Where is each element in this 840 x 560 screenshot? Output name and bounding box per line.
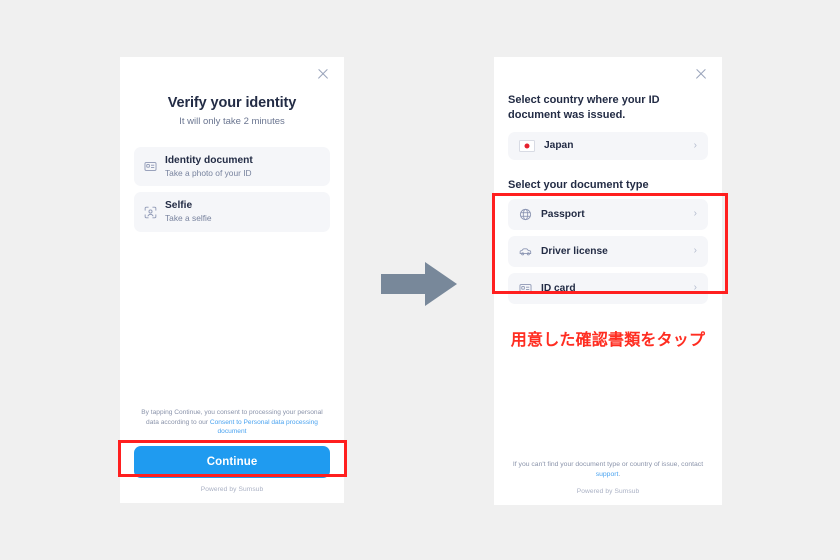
close-icon[interactable]	[694, 67, 708, 81]
continue-button[interactable]: Continue	[134, 446, 330, 478]
document-type-list: Passport › Driver license › ID card ›	[508, 198, 708, 304]
page-subtitle: It will only take 2 minutes	[179, 116, 285, 127]
right-close-row	[508, 57, 708, 87]
id-card-icon	[144, 160, 157, 173]
doc-type-driver-license[interactable]: Driver license ›	[508, 235, 708, 267]
car-icon	[519, 245, 532, 258]
select-document-screen: Select country where your ID document wa…	[494, 57, 722, 505]
japan-flag-icon	[519, 139, 535, 152]
list-item-identity-document[interactable]: Identity document Take a photo of your I…	[134, 147, 330, 187]
list-item-title: Identity document	[165, 155, 253, 166]
left-close-row	[134, 57, 330, 87]
chevron-right-icon: ›	[693, 282, 697, 294]
country-section-title: Select country where your ID document wa…	[508, 94, 660, 121]
list-item-selfie[interactable]: Selfie Take a selfie	[134, 192, 330, 232]
close-icon[interactable]	[316, 67, 330, 81]
doc-type-id-card[interactable]: ID card ›	[508, 272, 708, 304]
consent-link[interactable]: Consent to Personal data processing docu…	[210, 419, 318, 436]
powered-by-label: Powered by Sumsub	[576, 488, 640, 495]
globe-icon	[519, 208, 532, 221]
list-item-title: Selfie	[165, 200, 193, 212]
chevron-right-icon: ›	[693, 139, 697, 151]
consent-text: By tapping Continue, you consent to proc…	[134, 408, 330, 437]
doc-type-label: Driver license	[541, 245, 608, 257]
left-footer: By tapping Continue, you consent to proc…	[134, 408, 330, 503]
id-card-icon	[519, 282, 532, 295]
help-text: If you can't find your document type or …	[508, 460, 708, 480]
flow-arrow	[381, 262, 457, 306]
support-link[interactable]: support	[596, 471, 619, 478]
chevron-right-icon: ›	[693, 245, 697, 257]
help-prefix: If you can't find your document type or …	[512, 460, 704, 468]
list-item-description: Take a selfie	[165, 213, 212, 224]
powered-by-label: Powered by Sumsub	[200, 486, 264, 493]
help-suffix: .	[618, 470, 621, 478]
doc-type-label: Passport	[541, 208, 585, 220]
country-label: Japan	[544, 140, 574, 152]
country-selector[interactable]: Japan ›	[508, 131, 708, 160]
right-footer: If you can't find your document type or …	[508, 460, 708, 505]
list-item-description: Take a photo of your ID	[165, 167, 252, 178]
verify-identity-screen: Verify your identity It will only take 2…	[120, 57, 344, 503]
annotation-japanese-instruction: 用意した確認書類をタップ	[510, 331, 706, 349]
doc-type-passport[interactable]: Passport ›	[508, 198, 708, 230]
doc-type-label: ID card	[541, 282, 576, 294]
verification-steps-list: Identity document Take a photo of your I…	[134, 147, 330, 232]
page-title: Verify your identity	[167, 95, 297, 111]
face-scan-icon	[144, 206, 157, 219]
chevron-right-icon: ›	[693, 208, 697, 220]
doctype-section-title: Select your document type	[508, 178, 649, 191]
